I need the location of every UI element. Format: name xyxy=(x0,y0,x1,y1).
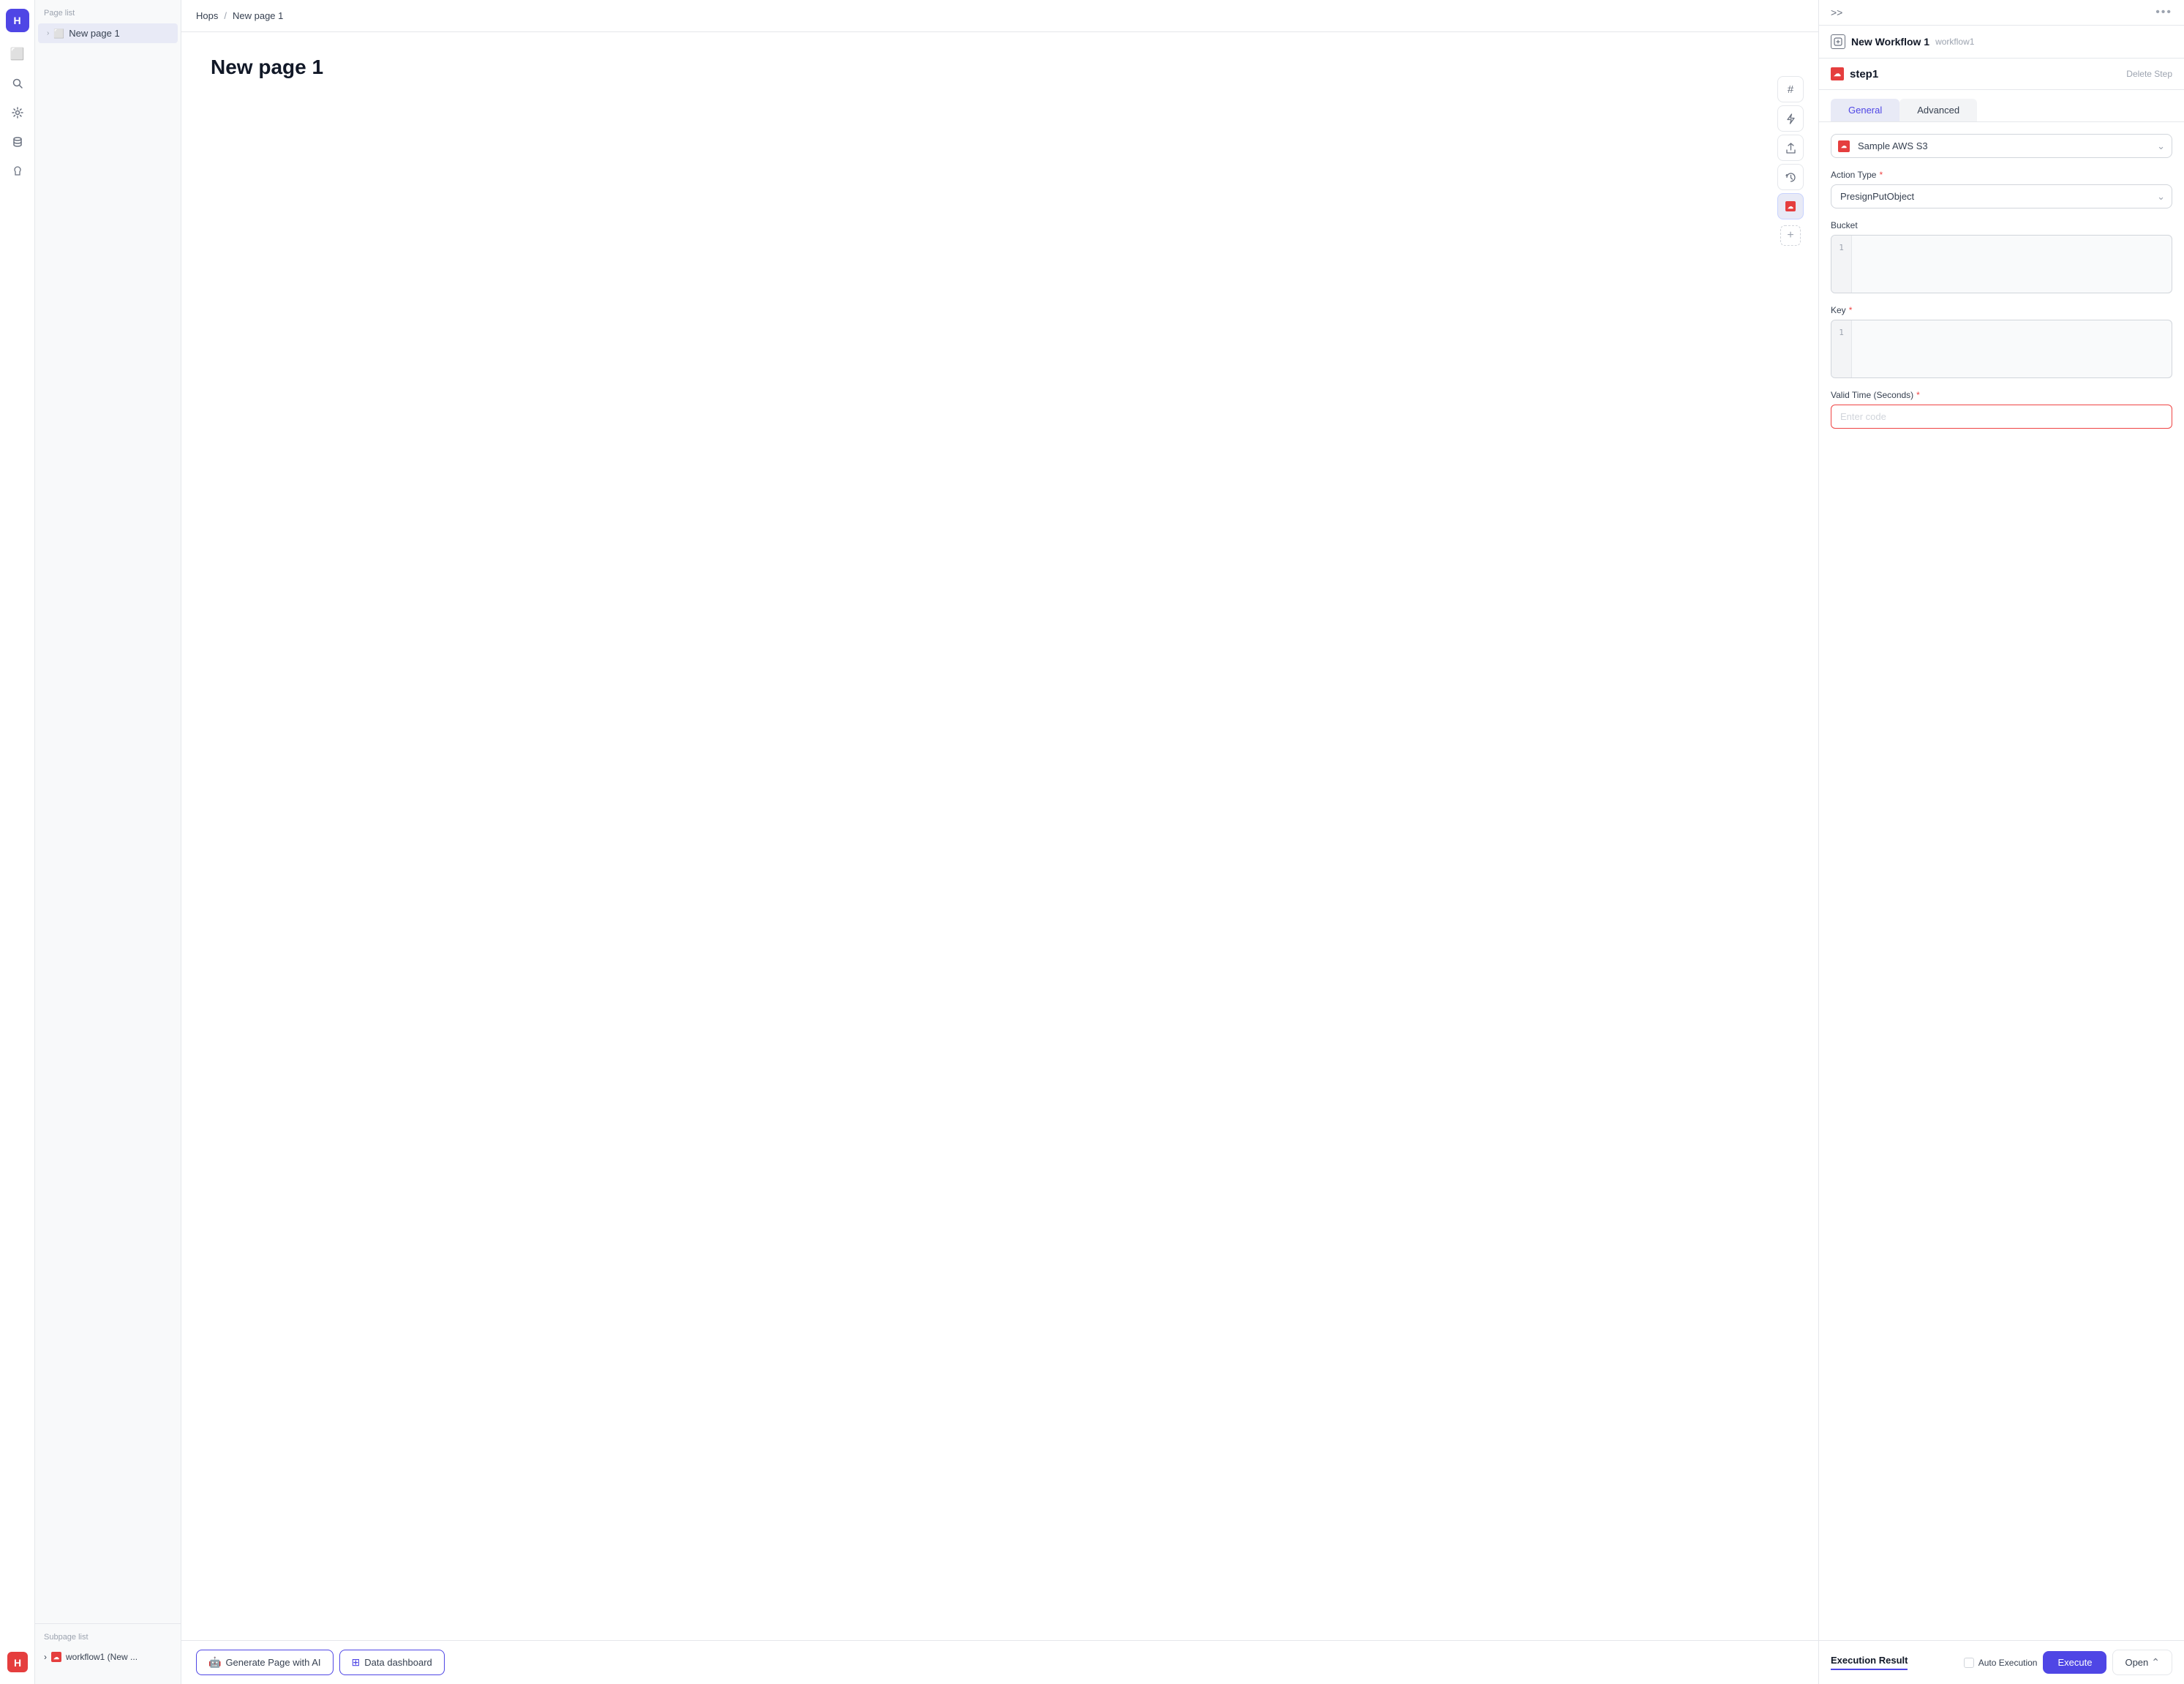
panel-top-row: >> ••• xyxy=(1819,0,2184,26)
key-editor[interactable]: 1 xyxy=(1831,320,2172,378)
nav-pages-icon[interactable]: ⬜ xyxy=(4,41,31,67)
valid-time-required: * xyxy=(1916,390,1920,400)
key-required: * xyxy=(1849,305,1853,315)
page-item-label: New page 1 xyxy=(69,28,119,39)
nav-database-icon[interactable] xyxy=(4,129,31,155)
valid-time-input[interactable] xyxy=(1831,405,2172,429)
execution-result-label: Execution Result xyxy=(1831,1655,1908,1670)
nav-logo-h[interactable]: H xyxy=(6,9,29,32)
action-type-select[interactable]: PresignPutObject xyxy=(1831,184,2172,208)
key-code-content[interactable] xyxy=(1852,320,2172,377)
step-title-area: ☁ step1 xyxy=(1831,67,1878,80)
breadcrumb-current: New page 1 xyxy=(233,10,283,21)
action-type-required: * xyxy=(1879,170,1883,180)
tabs-row: General Advanced xyxy=(1819,90,2184,122)
collapse-icon: ⌃ xyxy=(2151,1656,2160,1669)
panel-body[interactable]: ☁ Sample AWS S3 ⌄ Action Type * PresignP… xyxy=(1819,122,2184,1640)
toolbar-history-btn[interactable] xyxy=(1777,164,1804,190)
auto-execution-row: Auto Execution Execute Open ⌃ xyxy=(1964,1650,2172,1675)
bucket-editor[interactable]: 1 xyxy=(1831,235,2172,293)
panel-more-icon[interactable]: ••• xyxy=(2155,6,2172,19)
step-aws-icon: ☁ xyxy=(1831,67,1844,80)
bucket-label: Bucket xyxy=(1831,220,2172,230)
nav-search-icon[interactable] xyxy=(4,70,31,97)
data-dashboard-label: Data dashboard xyxy=(364,1657,432,1668)
action-type-label: Action Type * xyxy=(1831,170,2172,180)
nav-sidebar: H ⬜ H xyxy=(0,0,35,1684)
bucket-line-numbers: 1 xyxy=(1831,236,1852,293)
open-btn-label: Open xyxy=(2125,1657,2148,1668)
step-name: step1 xyxy=(1850,68,1878,80)
valid-time-label: Valid Time (Seconds) * xyxy=(1831,390,2172,400)
generate-ai-label: Generate Page with AI xyxy=(225,1657,320,1668)
action-type-select-wrapper: PresignPutObject ⌄ xyxy=(1831,184,2172,208)
page-sidebar: Page list › ⬜ New page 1 Subpage list › … xyxy=(35,0,181,1684)
toolbar-bolt-btn[interactable] xyxy=(1777,105,1804,132)
page-list-title: Page list xyxy=(35,9,181,23)
workflow-name: New Workflow 1 xyxy=(1851,36,1929,48)
data-dashboard-button[interactable]: ⊞ Data dashboard xyxy=(339,1650,445,1675)
nav-settings-icon[interactable] xyxy=(4,99,31,126)
tab-advanced[interactable]: Advanced xyxy=(1899,99,1977,121)
nav-brain-icon[interactable] xyxy=(4,158,31,184)
auto-execution-text: Auto Execution xyxy=(1978,1658,2038,1668)
subpage-item-label: workflow1 (New ... xyxy=(66,1652,138,1662)
panel-header: New Workflow 1 workflow1 xyxy=(1819,26,2184,59)
ai-icon: 🤖 xyxy=(208,1656,221,1669)
page-title: New page 1 xyxy=(211,56,1789,79)
panel-workflow-title-area: New Workflow 1 workflow1 xyxy=(1831,34,1974,49)
data-source-select[interactable]: Sample AWS S3 xyxy=(1831,134,2172,158)
key-line-numbers: 1 xyxy=(1831,320,1852,377)
main-area: Hops / New page 1 New page 1 # ☁ + 🤖 xyxy=(181,0,1818,1684)
subpage-chevron-icon: › xyxy=(44,1652,47,1662)
open-button[interactable]: Open ⌃ xyxy=(2112,1650,2172,1675)
delete-step-button[interactable]: Delete Step xyxy=(2126,69,2172,79)
right-toolbar: # ☁ + xyxy=(1777,76,1804,246)
breadcrumb-separator: / xyxy=(224,10,227,21)
auto-execution-checkbox-label[interactable]: Auto Execution xyxy=(1964,1658,2038,1668)
generate-ai-button[interactable]: 🤖 Generate Page with AI xyxy=(196,1650,334,1675)
step-header: ☁ step1 Delete Step xyxy=(1819,59,2184,90)
dashboard-icon: ⊞ xyxy=(352,1656,361,1669)
key-label: Key * xyxy=(1831,305,2172,315)
workflow-id: workflow1 xyxy=(1935,37,1974,47)
svg-text:H: H xyxy=(13,1657,20,1669)
tab-general[interactable]: General xyxy=(1831,99,1899,121)
toolbar-aws-icon: ☁ xyxy=(1785,201,1796,211)
workflow-icon xyxy=(1831,34,1845,49)
subpage-item-workflow1[interactable]: › ☁ workflow1 (New ... xyxy=(35,1647,181,1666)
page-file-icon: ⬜ xyxy=(53,29,64,39)
app-logo[interactable]: H xyxy=(4,1649,31,1675)
subpage-section: Subpage list › ☁ workflow1 (New ... xyxy=(35,1623,181,1675)
data-source-select-wrapper: ☁ Sample AWS S3 ⌄ xyxy=(1831,134,2172,158)
nav-bottom: H xyxy=(4,1649,31,1675)
page-content: New page 1 # ☁ + xyxy=(181,32,1818,1640)
breadcrumb-parent[interactable]: Hops xyxy=(196,10,218,21)
right-panel: >> ••• New Workflow 1 workflow1 ☁ step1 … xyxy=(1818,0,2184,1684)
execute-button[interactable]: Execute xyxy=(2043,1651,2106,1674)
toolbar-share-btn[interactable] xyxy=(1777,135,1804,161)
toolbar-aws-btn[interactable]: ☁ xyxy=(1777,193,1804,219)
panel-footer: Execution Result Auto Execution Execute … xyxy=(1819,1640,2184,1684)
toolbar-hash-btn[interactable]: # xyxy=(1777,76,1804,102)
panel-expand-icon[interactable]: >> xyxy=(1831,7,1842,18)
datasource-aws-icon: ☁ xyxy=(1838,140,1850,152)
aws-icon: ☁ xyxy=(51,1652,61,1662)
toolbar-add-btn[interactable]: + xyxy=(1780,225,1801,246)
auto-execution-checkbox[interactable] xyxy=(1964,1658,1974,1668)
subpage-list-title: Subpage list xyxy=(35,1633,181,1647)
bucket-code-content[interactable] xyxy=(1852,236,2172,293)
bottom-bar: 🤖 Generate Page with AI ⊞ Data dashboard xyxy=(181,1640,1818,1684)
page-list-item-new-page-1[interactable]: › ⬜ New page 1 xyxy=(38,23,178,43)
chevron-right-icon: › xyxy=(47,29,49,37)
breadcrumb: Hops / New page 1 xyxy=(181,0,1818,32)
